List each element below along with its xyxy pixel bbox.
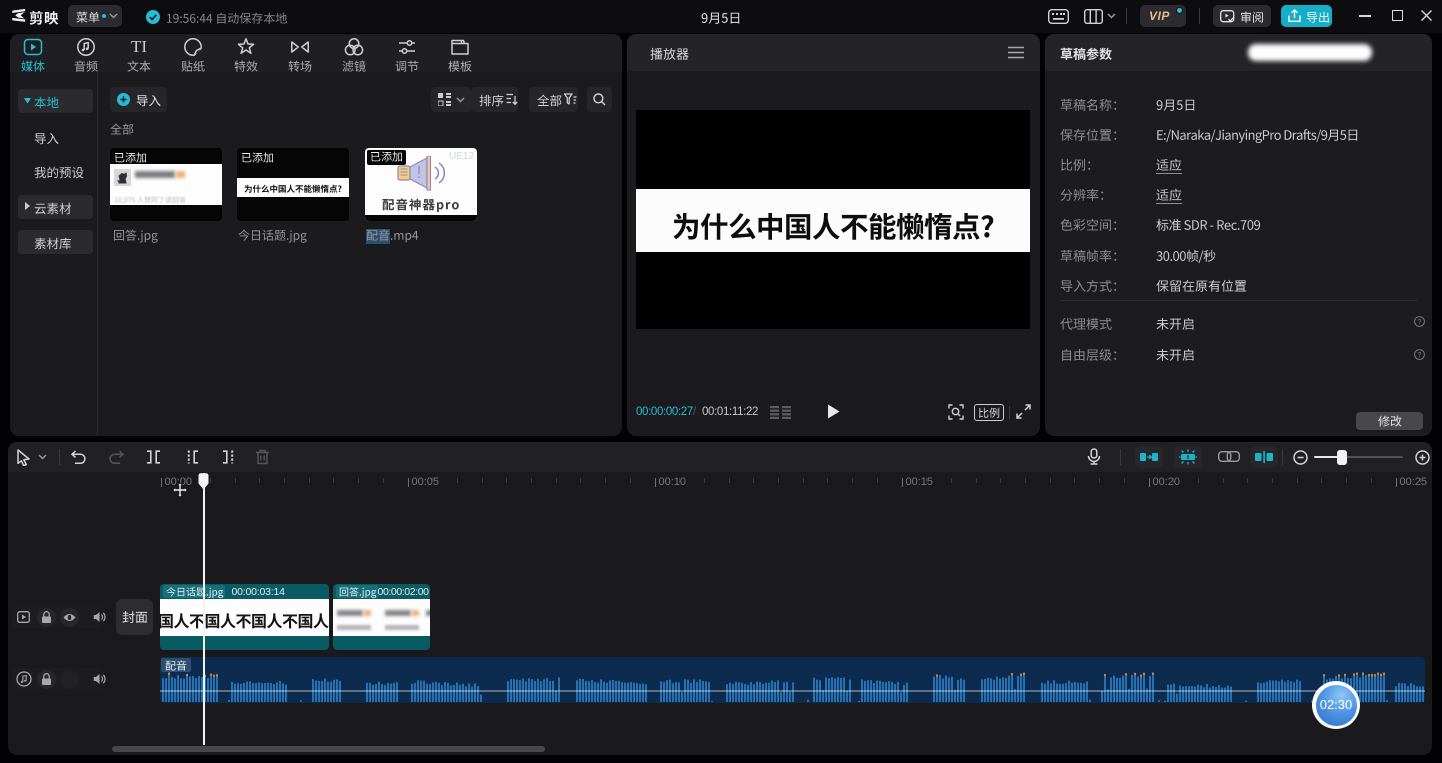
svg-text:?: ? (1418, 319, 1422, 326)
svg-text:TI: TI (131, 37, 147, 56)
svg-text:?: ? (1418, 352, 1422, 359)
